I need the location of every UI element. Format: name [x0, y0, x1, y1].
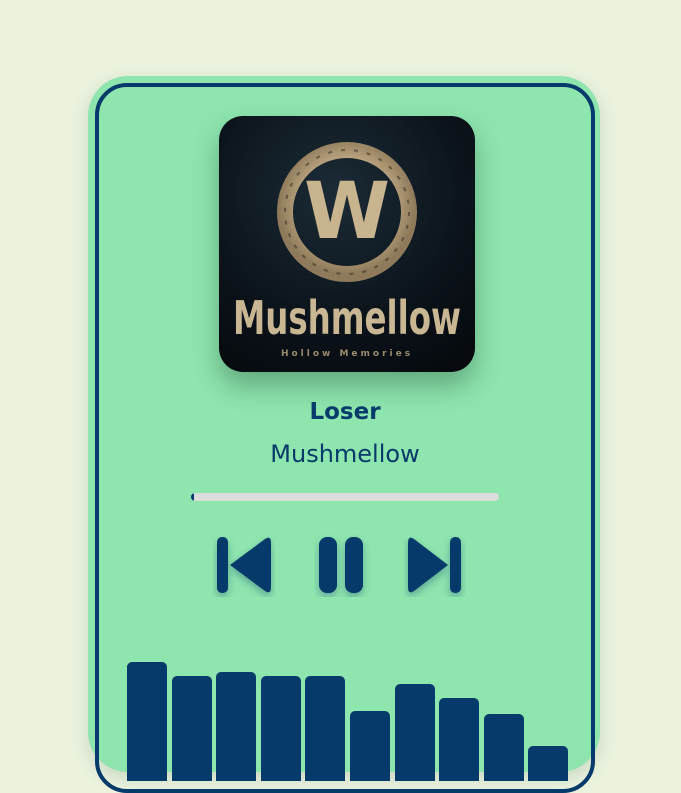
visualizer-bar — [216, 671, 257, 781]
emblem-letter: W — [304, 167, 390, 257]
album-cover-title: Mushmellow — [233, 291, 461, 345]
song-title: Loser — [309, 399, 381, 425]
progress-bar[interactable] — [191, 493, 499, 501]
audio-visualizer — [127, 641, 573, 781]
visualizer-bar — [528, 746, 569, 781]
visualizer-bar — [127, 662, 167, 781]
music-player-card: W Mushmellow Hollow Memories Loser Mushm… — [88, 76, 600, 793]
next-button[interactable] — [404, 535, 466, 597]
album-art: W Mushmellow Hollow Memories — [233, 142, 461, 359]
visualizer-bar — [439, 698, 480, 781]
album-cover: W Mushmellow Hollow Memories — [219, 116, 475, 372]
previous-button[interactable] — [213, 535, 275, 597]
visualizer-bar — [260, 676, 301, 781]
artist-name: Mushmellow — [270, 440, 420, 468]
pause-button[interactable] — [314, 535, 376, 597]
visualizer-bar — [350, 711, 390, 781]
skip-previous-icon — [217, 537, 271, 593]
album-cover-subtitle: Hollow Memories — [281, 349, 413, 359]
pause-icon — [319, 537, 363, 593]
visualizer-bar — [305, 676, 346, 781]
visualizer-bar — [394, 684, 435, 781]
progress-fill — [191, 493, 195, 501]
visualizer-bar — [171, 676, 212, 781]
player-frame: W Mushmellow Hollow Memories Loser Mushm… — [95, 83, 595, 793]
visualizer-bar — [483, 713, 524, 781]
skip-next-icon — [408, 537, 461, 593]
